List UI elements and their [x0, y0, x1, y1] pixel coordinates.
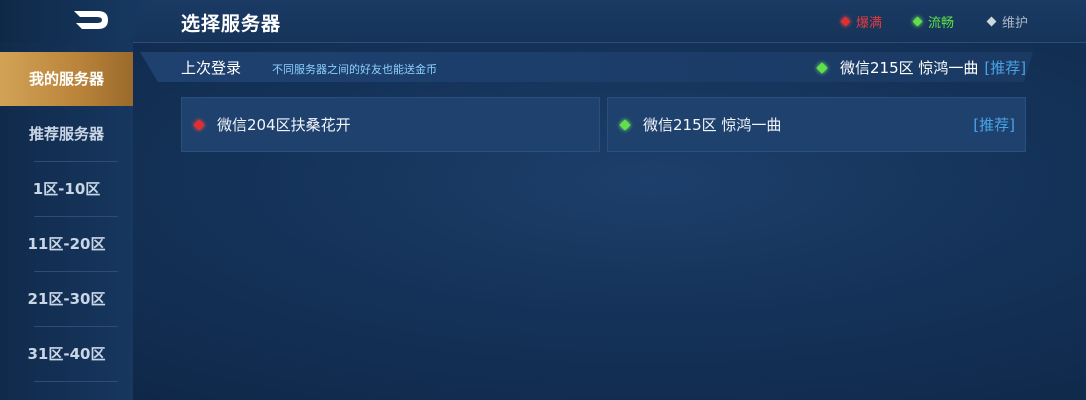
diamond-icon	[816, 61, 828, 74]
sidebar-item-range-1-10[interactable]: 1区-10区	[0, 162, 133, 216]
legend-smooth-label: 流畅	[928, 16, 955, 31]
diamond-icon	[619, 118, 631, 131]
recommend-tag: [推荐]	[973, 116, 1015, 134]
diamond-icon	[193, 118, 205, 131]
divider	[34, 381, 118, 382]
legend-maintenance: 维护	[986, 12, 1029, 31]
back-arrow-icon	[74, 11, 108, 29]
server-name: 微信204区扶桑花开	[217, 116, 351, 134]
legend-full-label: 爆满	[856, 16, 883, 31]
recommend-tag: [推荐]	[984, 59, 1027, 77]
page-title: 选择服务器	[181, 13, 282, 35]
sidebar: 我的服务器 推荐服务器 1区-10区 11区-20区 21区-30区 31区-4…	[0, 42, 133, 400]
sidebar-item-range-21-30[interactable]: 21区-30区	[0, 272, 133, 326]
sidebar-item-recommended[interactable]: 推荐服务器	[0, 107, 133, 161]
hint-text: 不同服务器之间的好友也能送金币	[272, 63, 437, 76]
server-name: 微信215区 惊鸿一曲	[643, 116, 782, 134]
legend-smooth: 流畅	[912, 12, 955, 31]
legend-full: 爆满	[840, 12, 883, 31]
diamond-icon	[912, 16, 923, 27]
server-card[interactable]: 微信215区 惊鸿一曲 [推荐]	[607, 97, 1026, 152]
recent-server-name: 微信215区 惊鸿一曲	[840, 59, 979, 77]
sidebar-item-range-31-40[interactable]: 31区-40区	[0, 327, 133, 381]
recent-server[interactable]: 微信215区 惊鸿一曲 [推荐]	[816, 57, 1027, 78]
top-bar: 选择服务器 爆满 流畅 维护	[0, 0, 1086, 43]
diamond-icon	[986, 16, 997, 27]
diamond-icon	[840, 16, 851, 27]
back-button[interactable]	[0, 0, 150, 42]
sidebar-item-my-servers[interactable]: 我的服务器	[0, 52, 133, 106]
sidebar-item-range-11-20[interactable]: 11区-20区	[0, 217, 133, 271]
last-login-label: 上次登录	[181, 59, 242, 77]
server-card[interactable]: 微信204区扶桑花开	[181, 97, 600, 152]
legend-maintenance-label: 维护	[1002, 16, 1029, 31]
